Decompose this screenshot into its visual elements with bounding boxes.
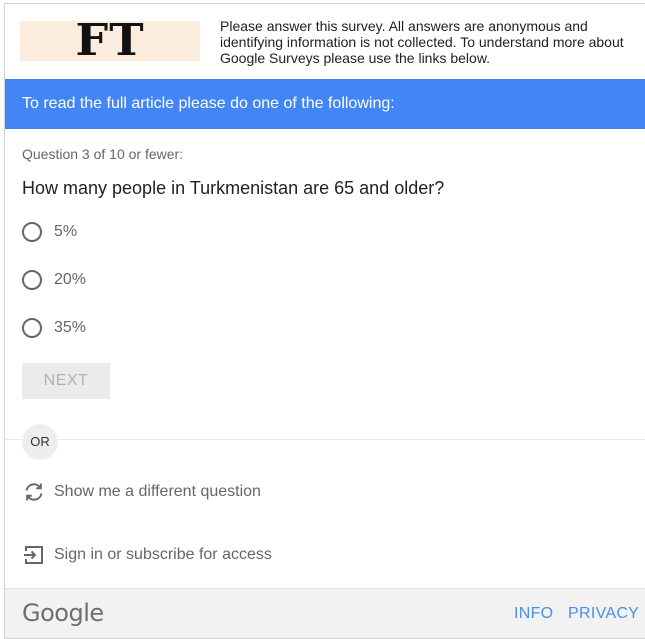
survey-footer: Google INFO PRIVACY — [5, 588, 645, 638]
radio-unchecked-icon[interactable] — [22, 270, 42, 290]
answer-option-label: 35% — [54, 319, 87, 336]
different-question-link[interactable]: Show me a different question — [22, 480, 261, 504]
sign-in-icon — [24, 546, 43, 564]
question-text: How many people in Turkmenistan are 65 a… — [22, 178, 445, 198]
survey-header: FT Please answer this survey. All answer… — [5, 4, 645, 79]
survey-frame: FT Please answer this survey. All answer… — [4, 3, 645, 639]
google-logo: Google — [22, 599, 104, 627]
info-link[interactable]: INFO — [514, 605, 553, 623]
answer-option-5-percent[interactable]: 5% — [22, 222, 77, 242]
answer-option-35-percent[interactable]: 35% — [22, 318, 86, 338]
instruction-banner: To read the full article please do one o… — [5, 79, 645, 129]
sign-in-label: Sign in or subscribe for access — [54, 546, 272, 563]
next-button[interactable]: NEXT — [22, 363, 110, 399]
section-divider — [5, 439, 645, 440]
or-badge: OR — [22, 424, 58, 460]
radio-unchecked-icon[interactable] — [22, 318, 42, 338]
answer-option-label: 20% — [54, 271, 87, 288]
different-question-label: Show me a different question — [54, 483, 261, 500]
survey-description: Please answer this survey. All answers a… — [220, 18, 624, 66]
answer-option-20-percent[interactable]: 20% — [22, 270, 86, 290]
ft-logo: FT — [20, 15, 200, 66]
ft-logo-text: FT — [75, 15, 145, 66]
answer-option-label: 5% — [54, 223, 78, 240]
question-counter: Question 3 of 10 or fewer: — [22, 146, 184, 162]
sign-in-link[interactable]: Sign in or subscribe for access — [22, 543, 272, 567]
refresh-icon — [25, 483, 43, 501]
privacy-link[interactable]: PRIVACY — [568, 605, 639, 623]
radio-unchecked-icon[interactable] — [22, 222, 42, 242]
